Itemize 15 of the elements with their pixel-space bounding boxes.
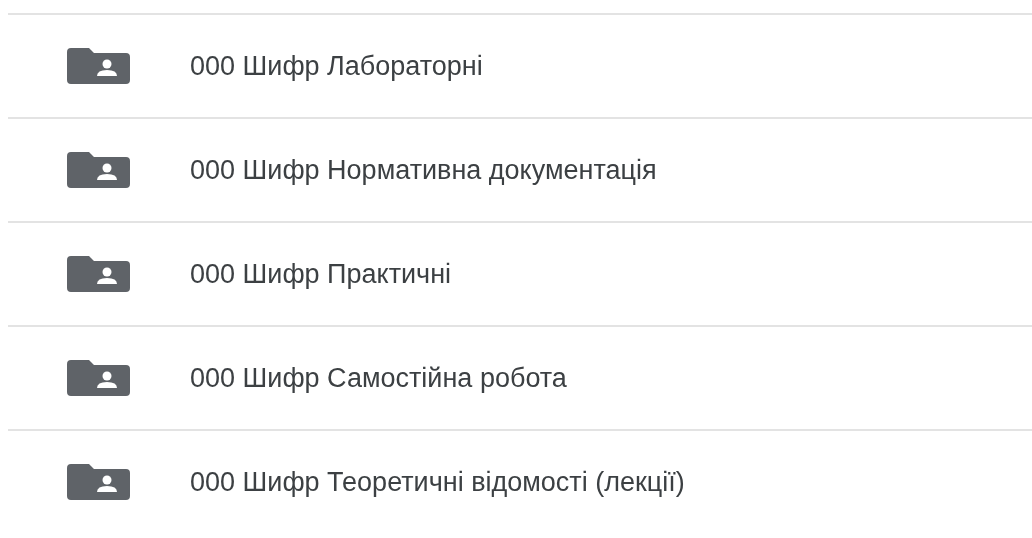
folder-name: 000 Шифр Лабораторні [190, 50, 483, 82]
shared-folder-icon [67, 48, 130, 84]
folder-row[interactable]: 000 Шифр Самостійна робота [8, 325, 1032, 429]
folder-row[interactable]: 000 Шифр Лабораторні [8, 13, 1032, 117]
folder-name: 000 Шифр Практичні [190, 258, 452, 290]
shared-folder-icon [67, 256, 130, 292]
folder-row[interactable]: 000 Шифр Нормативна документація [8, 117, 1032, 221]
folder-row[interactable]: 000 Шифр Практичні [8, 221, 1032, 325]
folder-row[interactable]: 000 Шифр Теоретичні відомості (лекції) [8, 429, 1032, 533]
folder-name: 000 Шифр Теоретичні відомості (лекції) [190, 466, 685, 498]
folder-name: 000 Шифр Самостійна робота [190, 362, 567, 394]
shared-folder-icon [67, 360, 130, 396]
shared-folder-icon [67, 464, 130, 500]
folder-name: 000 Шифр Нормативна документація [190, 154, 657, 186]
shared-folder-icon [67, 152, 130, 188]
